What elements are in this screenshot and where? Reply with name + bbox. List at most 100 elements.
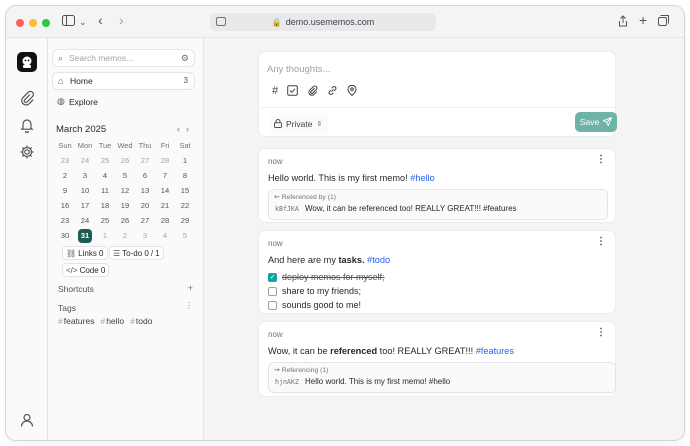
address-bar[interactable]: 🔒 demo.usememos.com (210, 13, 436, 31)
tab-overview-icon[interactable] (658, 15, 669, 29)
calendar-day[interactable]: 16 (55, 198, 75, 213)
calendar-day[interactable]: 3 (135, 228, 155, 243)
share-icon[interactable] (618, 15, 628, 30)
calendar-day[interactable]: 24 (75, 153, 95, 168)
editor-input[interactable]: Any thoughts... (267, 64, 330, 75)
calendar-day[interactable]: 15 (175, 183, 195, 198)
calendar-day[interactable]: 27 (135, 213, 155, 228)
calendar-day[interactable]: 4 (95, 168, 115, 183)
calendar-day[interactable]: 1 (175, 153, 195, 168)
search-icon: ⌕ (58, 53, 64, 63)
calendar-week: 30 31 1 2 3 4 5 (55, 228, 195, 243)
memo-editor: Any thoughts... # Private ⇕ Save (258, 51, 617, 137)
reference-box[interactable]: ⇝ Referencing (1) hjnAKZ Hello world. Th… (268, 362, 616, 393)
visibility-select[interactable]: Private ⇕ (270, 115, 329, 133)
calendar-day[interactable]: 19 (115, 198, 135, 213)
more-icon[interactable]: ⋮ (596, 327, 606, 338)
save-button[interactable]: Save (575, 112, 617, 132)
user-icon[interactable] (19, 412, 35, 428)
todo-stat[interactable]: ☰ To-do 0 /1 (109, 246, 164, 260)
back-icon[interactable]: ‹ (98, 13, 103, 27)
nav-explore[interactable]: ◍ Explore (52, 93, 195, 111)
calendar-day[interactable]: 23 (55, 213, 75, 228)
memo-tag[interactable]: #features (476, 346, 514, 356)
calendar-day[interactable]: 20 (135, 198, 155, 213)
editor-toolbar: # (272, 84, 357, 99)
code-stat[interactable]: </> Code 0 (62, 263, 110, 277)
calendar-day[interactable]: 27 (135, 153, 155, 168)
calendar-day[interactable]: 10 (75, 183, 95, 198)
next-month-icon[interactable]: › (186, 124, 195, 134)
paperclip-icon[interactable] (19, 90, 35, 106)
add-shortcut-icon[interactable]: + (188, 283, 193, 293)
paperclip-icon[interactable] (307, 85, 318, 99)
maximize-window-button[interactable] (42, 19, 50, 27)
task-checkbox[interactable] (268, 286, 277, 296)
calendar-day[interactable]: 26 (115, 213, 135, 228)
calendar-day[interactable]: 5 (175, 228, 195, 243)
logo-icon[interactable] (17, 52, 37, 72)
memo-tag[interactable]: #hello (410, 173, 435, 183)
gear-icon[interactable] (19, 144, 35, 160)
location-icon[interactable] (347, 84, 357, 99)
calendar-day[interactable]: 7 (155, 168, 175, 183)
calendar-day[interactable]: 30 (55, 228, 75, 243)
calendar-day[interactable]: 2 (115, 228, 135, 243)
close-window-button[interactable] (16, 19, 24, 27)
memo-text: Wow, it can be (268, 346, 331, 356)
forward-icon[interactable]: › (119, 13, 124, 27)
tag-features[interactable]: #features (58, 316, 94, 326)
links-stat[interactable]: ⛓ Links 0 (62, 246, 108, 260)
calendar-day[interactable]: 11 (95, 183, 115, 198)
sidebar-toggle-icon[interactable] (62, 15, 75, 29)
more-icon[interactable]: ⋮ (596, 236, 606, 247)
calendar-day[interactable]: 22 (175, 198, 195, 213)
calendar-day[interactable]: 23 (55, 153, 75, 168)
reference-box[interactable]: ⇜ Referenced by (1) kBfJKA Wow, it can b… (268, 189, 608, 220)
minimize-window-button[interactable] (29, 19, 37, 27)
search-input[interactable]: ⌕ Search memos... ⚙ (52, 49, 195, 67)
memo-tag[interactable]: #todo (367, 255, 390, 265)
calendar-day[interactable]: 13 (135, 183, 155, 198)
calendar-day[interactable]: 8 (175, 168, 195, 183)
calendar-day[interactable]: 2 (55, 168, 75, 183)
hash-icon[interactable]: # (272, 85, 278, 99)
calendar-day[interactable]: 17 (75, 198, 95, 213)
calendar-day[interactable]: 24 (75, 213, 95, 228)
checkbox-icon[interactable] (287, 85, 298, 99)
filter-icon[interactable]: ⚙ (181, 53, 189, 64)
new-tab-icon[interactable]: + (639, 13, 647, 27)
calendar-day[interactable]: 14 (155, 183, 175, 198)
calendar-day[interactable]: 18 (95, 198, 115, 213)
calendar-day[interactable]: 12 (115, 183, 135, 198)
tag-todo[interactable]: #todo (130, 316, 152, 326)
calendar-day[interactable]: 25 (95, 213, 115, 228)
calendar-day[interactable]: 28 (155, 153, 175, 168)
more-icon[interactable]: ⋮ (596, 154, 606, 165)
chevron-down-icon[interactable]: ⌄ (79, 15, 87, 29)
calendar-day[interactable]: 5 (115, 168, 135, 183)
link-icon[interactable] (327, 85, 338, 99)
tags-more-icon[interactable]: ⋮ (185, 301, 193, 310)
lock-icon: 🔒 (271, 17, 282, 27)
prev-month-icon[interactable]: ‹ (177, 124, 186, 134)
memo-card: now ⋮ Hello world. This is my first memo… (258, 148, 616, 223)
calendar-day[interactable]: 29 (175, 213, 195, 228)
bell-icon[interactable] (19, 117, 35, 134)
task-checkbox[interactable]: ✓ (268, 272, 277, 282)
memo-time: now (268, 239, 283, 248)
tag-hello[interactable]: #hello (100, 316, 124, 326)
calendar-day[interactable]: 9 (55, 183, 75, 198)
weekday-label: Sun (58, 141, 72, 150)
calendar-day[interactable]: 1 (95, 228, 115, 243)
calendar-day[interactable]: 6 (135, 168, 155, 183)
calendar-day[interactable]: 3 (75, 168, 95, 183)
calendar-day[interactable]: 21 (155, 198, 175, 213)
calendar-day[interactable]: 4 (155, 228, 175, 243)
calendar-day[interactable]: 25 (95, 153, 115, 168)
calendar-day[interactable]: 26 (115, 153, 135, 168)
task-checkbox[interactable] (268, 300, 277, 310)
calendar-day[interactable]: 28 (155, 213, 175, 228)
nav-home[interactable]: ⌂ Home 3 (52, 72, 195, 90)
calendar-day[interactable]: 31 (75, 228, 95, 243)
